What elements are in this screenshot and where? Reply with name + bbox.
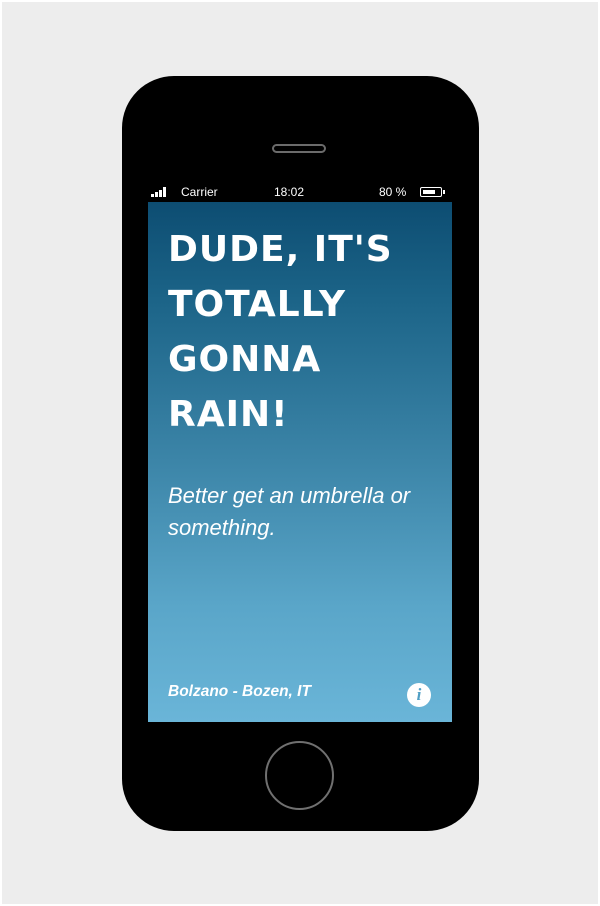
signal-bars-icon xyxy=(151,187,173,197)
carrier-label: Carrier xyxy=(181,185,218,199)
battery-level-fill xyxy=(422,189,436,194)
app-screen: DUDE, IT'S TOTALLY GONNA RAIN! Better ge… xyxy=(148,202,452,722)
info-button[interactable]: i xyxy=(407,683,431,707)
phone-frame: Carrier 18:02 80 % DUDE, IT'S TOTALLY GO… xyxy=(122,76,479,831)
forecast-headline: DUDE, IT'S TOTALLY GONNA RAIN! xyxy=(168,229,393,435)
info-icon: i xyxy=(416,685,422,704)
home-button[interactable] xyxy=(265,741,334,810)
battery-icon xyxy=(420,187,442,197)
status-bar: Carrier 18:02 80 % xyxy=(148,184,452,202)
battery-percentage: 80 % xyxy=(379,185,407,199)
earpiece-speaker xyxy=(272,144,326,153)
battery-tip xyxy=(443,190,445,194)
location-label: Bolzano - Bozen, IT xyxy=(168,683,311,700)
clock-time: 18:02 xyxy=(274,185,305,199)
forecast-subline: Better get an umbrella or something. xyxy=(168,483,411,540)
